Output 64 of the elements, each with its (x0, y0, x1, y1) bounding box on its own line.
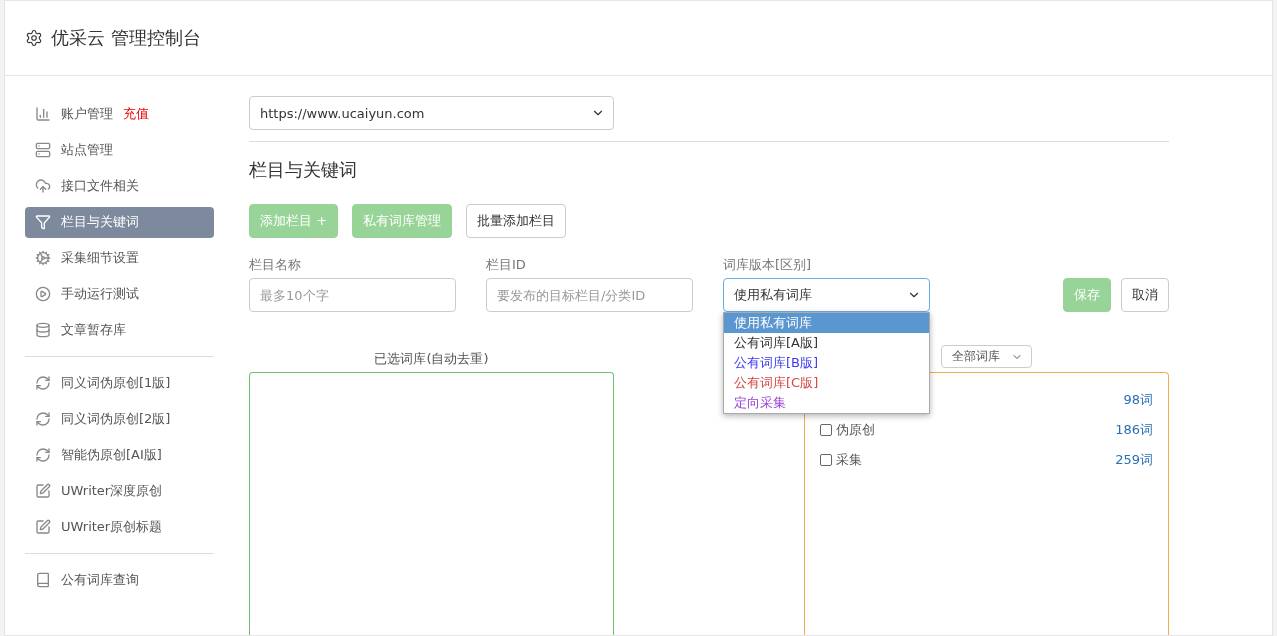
sidebar-item-label: 采集细节设置 (61, 249, 139, 267)
sidebar-item-label: 同义词伪原创[1版] (61, 374, 171, 392)
edit-icon (35, 519, 51, 535)
field-label: 栏目名称 (249, 256, 302, 274)
field-label: 词库版本[区别] (723, 256, 813, 274)
text-field[interactable]: 要发布的目标栏目/分类ID (486, 278, 693, 312)
sidebar-item[interactable]: 栏目与关键词 (25, 206, 214, 238)
recharge-link[interactable]: 充值 (123, 105, 149, 123)
refresh-icon (35, 411, 51, 427)
library-name: 采集 (836, 451, 862, 469)
text-field[interactable]: 最多10个字 (249, 278, 456, 312)
word-count: 98词 (1123, 391, 1153, 409)
sidebar-item-label: 文章暂存库 (61, 321, 126, 339)
dropdown-option[interactable]: 公有词库[C版] (724, 373, 929, 393)
sidebar-item-label: 智能伪原创[AI版] (61, 446, 162, 464)
form-button[interactable]: 取消 (1121, 278, 1169, 312)
bar-chart-icon (35, 106, 51, 122)
panel-title: 已选词库(自动去重) (374, 350, 489, 368)
sidebar-item[interactable]: 智能伪原创[AI版] (25, 439, 214, 471)
settings-icon (25, 29, 43, 47)
version-select[interactable]: 使用私有词库 (723, 278, 930, 312)
sidebar-item-label: 站点管理 (61, 141, 113, 159)
sidebar-item-label: 接口文件相关 (61, 177, 139, 195)
word-count: 186词 (1115, 421, 1153, 439)
sidebar-item-label: 账户管理 (61, 105, 113, 123)
sidebar-item[interactable]: 站点管理 (25, 134, 214, 166)
cloud-upload-icon (35, 178, 51, 194)
dropdown-option[interactable]: 公有词库[B版] (724, 353, 929, 373)
play-icon (35, 286, 51, 302)
field-label: 栏目ID (486, 256, 527, 274)
filter-icon (35, 214, 51, 230)
library-name: 伪原创 (836, 421, 875, 439)
checkbox[interactable] (820, 424, 832, 436)
sidebar-item-label: 公有词库查询 (61, 571, 139, 589)
sidebar-item[interactable]: 账户管理 充值 (25, 98, 214, 130)
refresh-icon (35, 375, 51, 391)
sidebar-item-label: UWriter深度原创 (61, 482, 163, 500)
dropdown-option[interactable]: 公有词库[A版] (724, 333, 929, 353)
sidebar-item-label: 栏目与关键词 (61, 213, 139, 231)
checkbox[interactable] (820, 454, 832, 466)
dropdown-option[interactable]: 定向采集 (724, 393, 929, 413)
word-count: 259词 (1115, 451, 1153, 469)
database-icon (35, 322, 51, 338)
sidebar-item[interactable]: 文章暂存库 (25, 314, 214, 346)
sidebar-item[interactable]: 同义词伪原创[2版] (25, 403, 214, 435)
toolbar-button[interactable]: 批量添加栏目 (466, 204, 567, 238)
server-icon (35, 142, 51, 158)
sidebar-item[interactable]: UWriter原创标题 (25, 511, 214, 543)
book-icon (35, 572, 51, 588)
sidebar-item[interactable]: UWriter深度原创 (25, 475, 214, 507)
sidebar-item-label: 手动运行测试 (61, 285, 139, 303)
sidebar-item[interactable]: 接口文件相关 (25, 170, 214, 202)
sidebar-item-label: 同义词伪原创[2版] (61, 410, 171, 428)
page-title: 优采云 管理控制台 (51, 26, 201, 50)
sidebar-item[interactable]: 同义词伪原创[1版] (25, 367, 214, 399)
site-select[interactable]: https://www.ucaiyun.com (249, 96, 614, 130)
sidebar-item-label: UWriter原创标题 (61, 518, 163, 536)
sidebar-item[interactable]: 公有词库查询 (25, 564, 214, 596)
edit-icon (35, 483, 51, 499)
section-title: 栏目与关键词 (249, 158, 358, 182)
refresh-icon (35, 447, 51, 463)
sidebar-item[interactable]: 手动运行测试 (25, 278, 214, 310)
sidebar-item[interactable]: 采集细节设置 (25, 242, 214, 274)
library-filter-select[interactable]: 全部词库 (941, 345, 1032, 368)
